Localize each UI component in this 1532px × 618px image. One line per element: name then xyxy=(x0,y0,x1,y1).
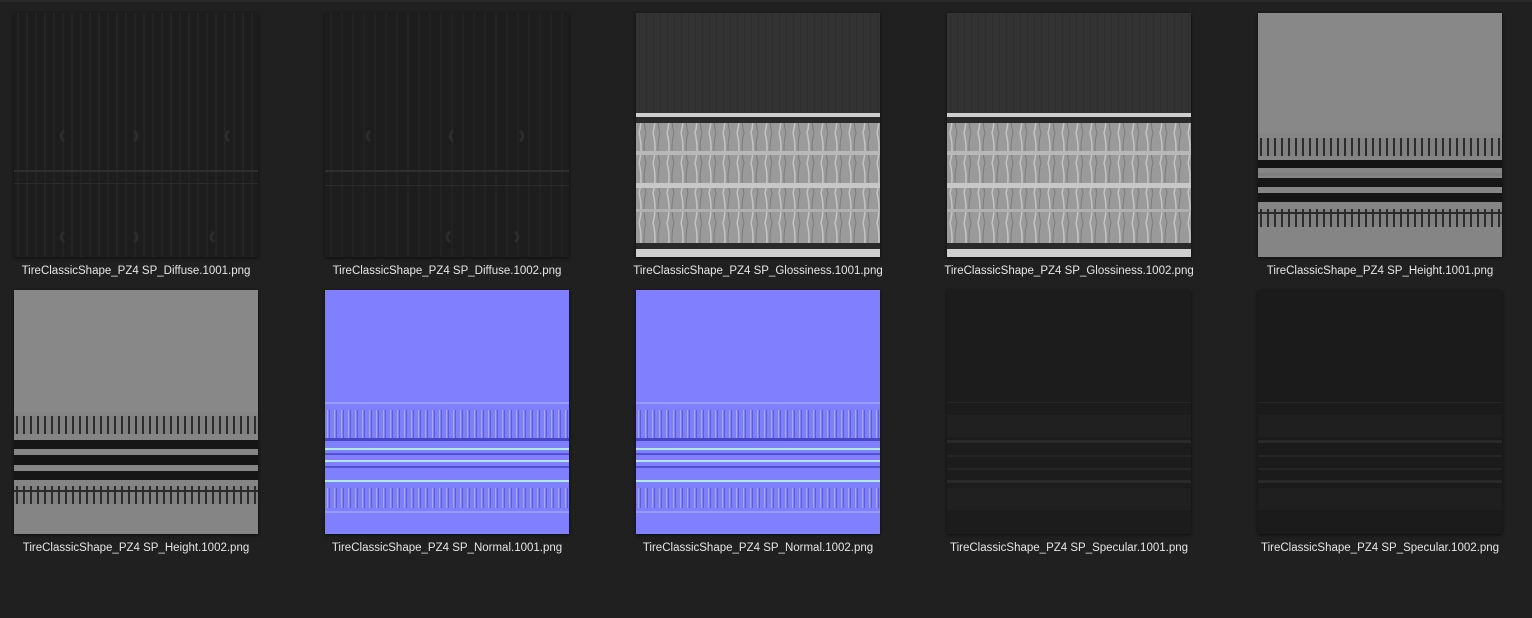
file-item[interactable]: TireClassicShape_PZ4 SP_Height.1001.png xyxy=(1230,13,1530,288)
file-item[interactable]: TireClassicShape_PZ4 SP_Height.1002.png xyxy=(0,290,286,565)
file-name: TireClassicShape_PZ4 SP_Diffuse.1001.png xyxy=(21,265,251,277)
file-item[interactable]: TireClassicShape_PZ4 SP_Normal.1002.png xyxy=(608,290,908,565)
file-item[interactable]: TireClassicShape_PZ4 SP_Normal.1001.png xyxy=(297,290,597,565)
image-thumbnail[interactable] xyxy=(1258,290,1502,534)
file-thumbnail-grid: TireClassicShape_PZ4 SP_Diffuse.1001.png xyxy=(0,0,1532,618)
image-thumbnail[interactable] xyxy=(947,290,1191,534)
file-item[interactable]: TireClassicShape_PZ4 SP_Specular.1001.pn… xyxy=(919,290,1219,565)
specular-texture-preview xyxy=(1258,290,1502,534)
file-name: TireClassicShape_PZ4 SP_Glossiness.1002.… xyxy=(944,265,1194,277)
image-thumbnail[interactable] xyxy=(325,13,569,257)
height-texture-preview xyxy=(1258,13,1502,257)
diffuse-texture-preview xyxy=(325,13,569,257)
image-thumbnail[interactable] xyxy=(636,290,880,534)
height-texture-preview xyxy=(14,290,258,534)
image-thumbnail[interactable] xyxy=(14,13,258,257)
file-item[interactable]: TireClassicShape_PZ4 SP_Glossiness.1001.… xyxy=(608,13,908,288)
diffuse-texture-preview xyxy=(14,13,258,257)
image-thumbnail[interactable] xyxy=(14,290,258,534)
file-name: TireClassicShape_PZ4 SP_Height.1001.png xyxy=(1266,265,1494,277)
file-item[interactable]: TireClassicShape_PZ4 SP_Diffuse.1002.png xyxy=(297,13,597,288)
file-name: TireClassicShape_PZ4 SP_Glossiness.1001.… xyxy=(633,265,883,277)
file-name: TireClassicShape_PZ4 SP_Normal.1001.png xyxy=(331,542,563,554)
glossiness-texture-preview xyxy=(947,13,1191,257)
normal-map-texture-preview xyxy=(636,290,880,534)
file-name: TireClassicShape_PZ4 SP_Specular.1001.pn… xyxy=(949,542,1189,554)
image-thumbnail[interactable] xyxy=(636,13,880,257)
file-name: TireClassicShape_PZ4 SP_Diffuse.1002.png xyxy=(332,265,562,277)
image-thumbnail[interactable] xyxy=(947,13,1191,257)
normal-map-texture-preview xyxy=(325,290,569,534)
file-name: TireClassicShape_PZ4 SP_Specular.1002.pn… xyxy=(1260,542,1500,554)
image-thumbnail[interactable] xyxy=(325,290,569,534)
file-name: TireClassicShape_PZ4 SP_Height.1002.png xyxy=(22,542,250,554)
specular-texture-preview xyxy=(947,290,1191,534)
file-item[interactable]: TireClassicShape_PZ4 SP_Diffuse.1001.png xyxy=(0,13,286,288)
file-item[interactable]: TireClassicShape_PZ4 SP_Specular.1002.pn… xyxy=(1230,290,1530,565)
file-item[interactable]: TireClassicShape_PZ4 SP_Glossiness.1002.… xyxy=(919,13,1219,288)
file-name: TireClassicShape_PZ4 SP_Normal.1002.png xyxy=(642,542,874,554)
glossiness-texture-preview xyxy=(636,13,880,257)
image-thumbnail[interactable] xyxy=(1258,13,1502,257)
